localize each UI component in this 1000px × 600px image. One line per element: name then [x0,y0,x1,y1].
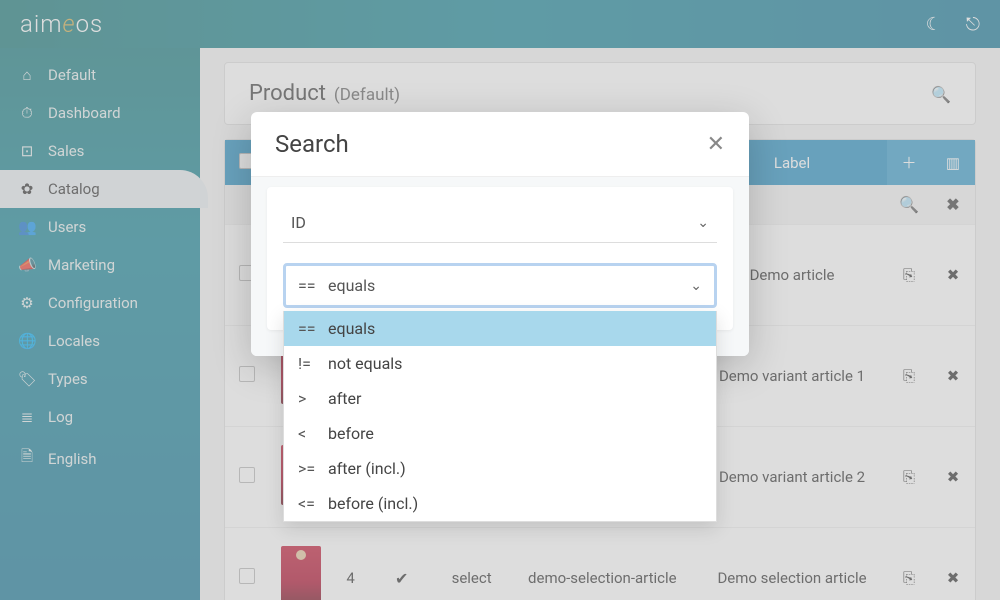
close-icon[interactable]: ✕ [707,132,725,157]
operator-option-label: before (incl.) [328,494,418,513]
operator-select[interactable]: ==equals ⌄ [283,263,717,308]
modal-title: Search [275,130,349,158]
chevron-down-icon: ⌄ [697,215,709,231]
operator-option-label: equals [328,319,375,338]
operator-label: equals [328,276,375,295]
operator-option-symbol: < [298,424,328,443]
operator-option[interactable]: <=before (incl.) [284,486,716,521]
operator-option[interactable]: >=after (incl.) [284,451,716,486]
operator-option-label: after (incl.) [328,459,406,478]
operator-option-label: not equals [328,354,402,373]
operator-option-symbol: >= [298,459,328,478]
operator-option[interactable]: ==equals [284,311,716,346]
operator-option-symbol: == [298,319,328,338]
operator-option[interactable]: >after [284,381,716,416]
operator-option[interactable]: <before [284,416,716,451]
search-modal: Search ✕ ID ⌄ ==equals ⌄ ==equals!=not e… [251,112,749,356]
operator-option-symbol: != [298,354,328,373]
operator-option-label: after [328,389,361,408]
operator-symbol: == [298,276,328,295]
field-select-value: ID [291,213,306,232]
operator-option-symbol: <= [298,494,328,513]
chevron-down-icon: ⌄ [690,278,702,294]
operator-option-symbol: > [298,389,328,408]
operator-dropdown: ==equals!=not equals>after<before>=after… [283,311,717,522]
operator-option[interactable]: !=not equals [284,346,716,381]
operator-option-label: before [328,424,374,443]
field-select[interactable]: ID ⌄ [283,207,717,243]
